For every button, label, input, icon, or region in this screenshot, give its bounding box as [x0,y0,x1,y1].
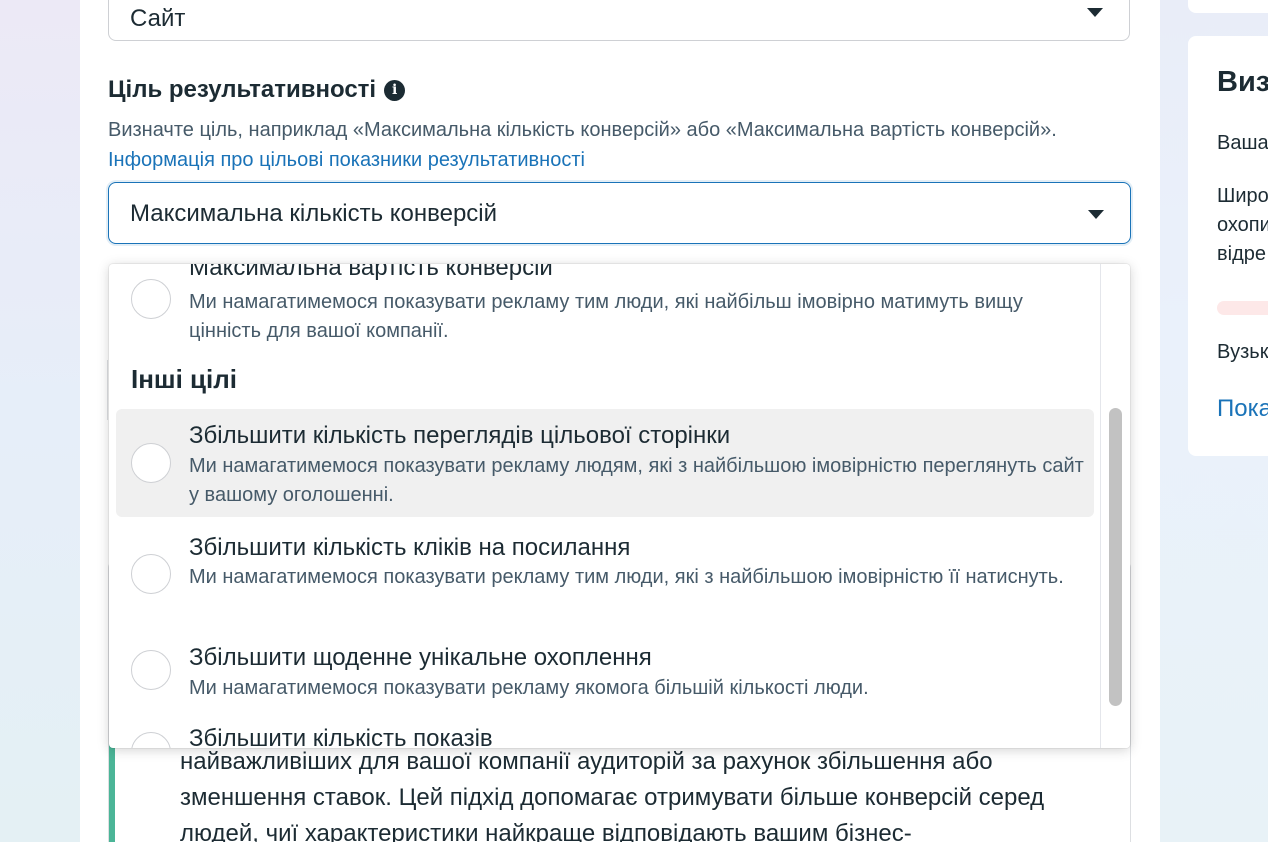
dropdown-option-link-clicks[interactable]: Збільшити кількість кліків на посилання … [116,520,1094,628]
audience-size-gauge [1217,301,1268,315]
caret-down-icon [1087,8,1103,17]
option-description: Ми намагатимемося показувати рекламу тим… [189,566,1064,588]
audience-definition-card: Виз Ваша Широ охопи відре Вузьк Пока [1188,36,1268,456]
option-title: Збільшити кількість показів [189,725,493,748]
performance-goal-description-text: Визначте ціль, наприклад «Максимальна кі… [108,119,1057,141]
audience-card-line: охопи [1217,214,1268,236]
option-title: Збільшити кількість кліків на посилання [189,534,631,561]
conversion-location-select[interactable]: Сайт [108,0,1130,41]
option-title: Збільшити щоденне унікальне охоплення [189,644,652,671]
radio-button[interactable] [131,650,171,690]
audience-card-line: Ваша [1217,132,1268,154]
scrollbar-thumb[interactable] [1109,408,1122,706]
radio-button[interactable] [131,554,171,594]
option-title: Збільшити кількість переглядів цільової … [189,422,731,449]
performance-goal-select[interactable]: Максимальна кількість конверсій [108,182,1131,244]
conversion-location-value: Сайт [130,5,186,32]
audience-card-link[interactable]: Пока [1217,394,1268,423]
option-title: Максимальна вартість конверсій [189,264,553,281]
other-goals-group-label: Інші цілі [131,364,237,394]
performance-goal-description: Визначте ціль, наприклад «Максимальна кі… [108,115,1098,175]
option-description: Ми намагатимемося показувати рекламу тим… [189,291,1023,342]
dropdown-option-landing-page-views[interactable]: Збільшити кількість переглядів цільової … [116,409,1094,517]
radio-button[interactable] [131,732,171,748]
dropdown-option-max-value[interactable]: Максимальна вартість конверсій Ми намага… [116,264,1094,352]
radio-button[interactable] [131,279,171,319]
audience-card-line: відре [1217,243,1266,265]
right-card-top [1188,0,1268,13]
dropdown-scrollbar[interactable] [1100,264,1130,748]
option-description: Ми намагатимемося показувати рекламу яко… [189,677,869,699]
performance-goal-dropdown[interactable]: Максимальна вартість конверсій Ми намага… [109,264,1130,748]
option-description: Ми намагатимемося показувати рекламу люд… [189,455,1084,506]
radio-button[interactable] [131,443,171,483]
performance-goal-selected-value: Максимальна кількість конверсій [130,200,498,227]
audience-card-line: Широ [1217,185,1268,207]
info-icon[interactable]: i [384,79,406,101]
audience-card-title: Виз [1217,66,1268,98]
audience-card-line: Вузьк [1217,341,1268,363]
performance-goal-info-link[interactable]: Інформація про цільові показники результ… [108,149,585,171]
performance-goal-title: Ціль результативності [108,76,377,103]
performance-goal-heading: Ціль результативності i [108,76,406,104]
dropdown-option-impressions[interactable]: Збільшити кількість показів [116,718,1094,748]
underlying-info-text: найважливіших для вашої компанії аудитор… [180,748,1045,842]
page-background-left [0,0,80,842]
caret-down-icon [1088,210,1104,219]
dropdown-option-daily-unique-reach[interactable]: Збільшити щоденне унікальне охоплення Ми… [116,632,1094,716]
